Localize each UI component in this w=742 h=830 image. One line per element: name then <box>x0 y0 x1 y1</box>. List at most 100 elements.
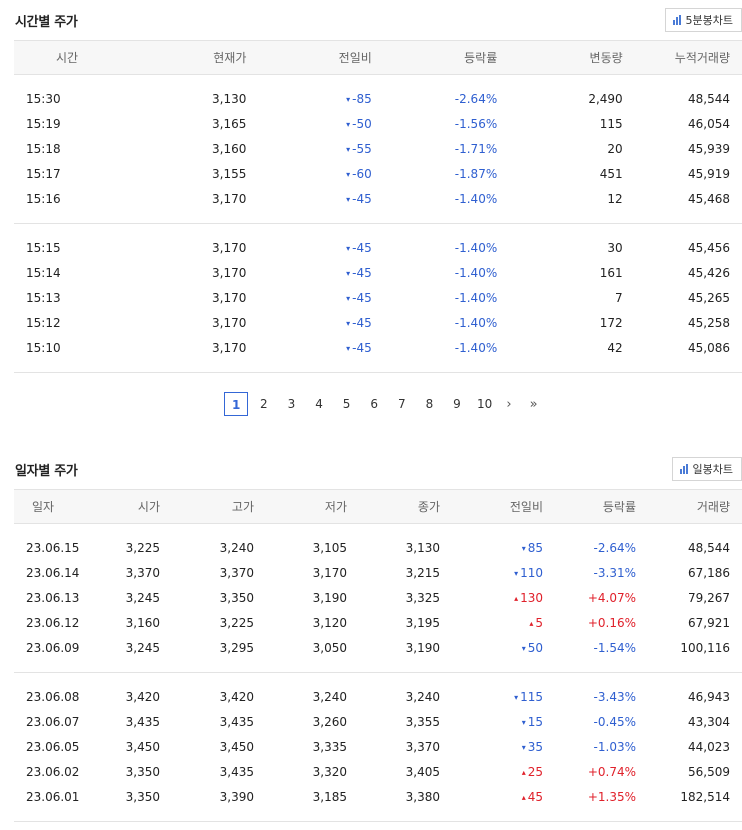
down-arrow-icon: ▾ <box>521 718 526 727</box>
date-cell: 23.06.12 <box>26 616 80 630</box>
time-cell: 15:13 <box>26 291 61 305</box>
volume-cell: 43,304 <box>688 715 730 729</box>
date-cell: 23.06.15 <box>26 541 80 556</box>
page-link-4[interactable]: 4 <box>307 392 331 416</box>
down-arrow-icon: ▾ <box>346 319 351 328</box>
change-value: 45 <box>356 316 372 330</box>
page-link-10[interactable]: 10 <box>473 392 497 416</box>
open-cell: 3,225 <box>125 541 160 556</box>
table-row: 15:16 3,170 ▾ -45 -1.40% 12 45,468 <box>14 187 742 224</box>
high-cell: 3,420 <box>219 690 254 705</box>
table-header-row: 일자 시가 고가 저가 종가 전일비 등락률 거래량 <box>14 489 742 524</box>
page-link-3[interactable]: 3 <box>279 392 303 416</box>
change-cell: ▾ 110 <box>440 561 543 586</box>
change-cell: ▾ -45 <box>246 261 372 286</box>
daily-row-group: 23.06.15 3,225 3,240 3,105 3,130 ▾ 85 -2.64% 48,… <box>14 524 742 673</box>
daily-price-section: 일자별 주가 일봉차트 일자 시가 고가 저가 종가 전일비 등락률 거래량 2… <box>14 449 742 822</box>
low-cell: 3,185 <box>312 789 347 804</box>
table-row: 23.06.09 3,245 3,295 3,050 3,190 ▾ 50 -1.54% 100… <box>14 636 742 673</box>
col-header-change: 전일비 <box>338 51 372 65</box>
change-value: 85 <box>356 92 372 107</box>
change-cell: ▾ -45 <box>246 311 372 336</box>
down-arrow-icon: ▾ <box>514 569 519 578</box>
cum-volume-cell: 45,426 <box>688 266 730 280</box>
high-cell: 3,450 <box>219 740 254 754</box>
daily-row-group: 23.06.08 3,420 3,420 3,240 3,240 ▾ 115 -3.43% 46… <box>14 673 742 822</box>
bar-chart-icon <box>679 464 688 474</box>
change-cell: ▴ 25 <box>440 760 543 785</box>
open-cell: 3,350 <box>125 789 160 804</box>
table-row: 23.06.15 3,225 3,240 3,105 3,130 ▾ 85 -2.64% 48,… <box>14 524 742 561</box>
high-cell: 3,240 <box>219 541 254 556</box>
col-header-price: 현재가 <box>213 51 247 65</box>
next-page-icon[interactable]: › <box>506 397 511 412</box>
table-header-row: 시간 현재가 전일비 등락률 변동량 누적거래량 <box>14 40 742 75</box>
daily-price-table: 일자 시가 고가 저가 종가 전일비 등락률 거래량 23.06.15 3,225… <box>14 489 742 822</box>
volume-change-cell: 115 <box>599 117 623 131</box>
daily-section-header: 일자별 주가 일봉차트 <box>14 449 742 489</box>
volume-cell: 182,514 <box>680 789 730 804</box>
time-cell: 15:16 <box>26 191 61 206</box>
five-minute-chart-button[interactable]: 5분봉차트 <box>664 8 742 32</box>
down-arrow-icon: ▾ <box>346 170 351 179</box>
col-header-volume-change: 변동량 <box>589 51 623 65</box>
change-cell: ▾ -50 <box>246 112 372 137</box>
low-cell: 3,335 <box>312 740 347 754</box>
rate-cell: -1.56% <box>454 117 498 131</box>
table-row: 23.06.05 3,450 3,450 3,335 3,370 ▾ 35 -1.03% 44,… <box>14 735 742 760</box>
time-row-group: 15:30 3,130 ▾ -85 -2.64% 2,490 48,544 15:19 3,16… <box>14 75 742 224</box>
price-cell: 3,170 <box>212 316 247 330</box>
open-cell: 3,450 <box>125 740 160 754</box>
col-header-low: 저가 <box>324 500 347 514</box>
high-cell: 3,225 <box>219 616 254 630</box>
daily-chart-label: 일봉차트 <box>692 463 733 476</box>
page-link-6[interactable]: 6 <box>362 392 386 416</box>
rate-cell: -0.45% <box>593 715 636 729</box>
date-cell: 23.06.08 <box>26 690 80 705</box>
time-row-group: 15:15 3,170 ▾ -45 -1.40% 30 45,456 15:14 3,170 ▾ -… <box>14 224 742 373</box>
down-arrow-icon: ▾ <box>521 643 526 653</box>
page-link-7[interactable]: 7 <box>390 392 414 416</box>
down-arrow-icon: ▾ <box>346 343 351 353</box>
cum-volume-cell: 45,939 <box>688 142 730 156</box>
rate-cell: +4.07% <box>587 591 636 605</box>
page-link-5[interactable]: 5 <box>335 392 359 416</box>
change-value: 60 <box>356 167 372 181</box>
low-cell: 3,240 <box>312 690 347 705</box>
rate-cell: -1.40% <box>454 191 498 206</box>
rate-cell: -1.54% <box>593 640 636 655</box>
down-arrow-icon: ▾ <box>346 244 351 254</box>
price-cell: 3,170 <box>212 340 247 355</box>
rate-cell: +0.74% <box>587 765 636 779</box>
change-value: 50 <box>527 640 543 655</box>
rate-cell: -3.31% <box>593 566 636 580</box>
down-arrow-icon: ▾ <box>521 544 526 554</box>
volume-cell: 79,267 <box>688 591 730 605</box>
last-page-icon[interactable]: » <box>530 397 538 412</box>
change-cell: ▴ 5 <box>440 611 543 636</box>
low-cell: 3,170 <box>312 566 347 580</box>
daily-chart-button[interactable]: 일봉차트 <box>671 457 742 481</box>
page-link-8[interactable]: 8 <box>417 392 441 416</box>
close-cell: 3,380 <box>405 789 440 804</box>
change-cell: ▾ 115 <box>440 673 543 710</box>
high-cell: 3,370 <box>219 566 254 580</box>
low-cell: 3,260 <box>312 715 347 729</box>
page-link-1[interactable]: 1 <box>224 392 249 416</box>
date-cell: 23.06.09 <box>26 640 80 655</box>
change-cell: ▾ -45 <box>246 187 372 224</box>
page-link-2[interactable]: 2 <box>252 392 276 416</box>
volume-change-cell: 30 <box>607 241 623 256</box>
volume-change-cell: 451 <box>599 167 623 181</box>
volume-change-cell: 20 <box>607 142 623 156</box>
price-cell: 3,130 <box>212 92 247 107</box>
time-cell: 15:14 <box>26 266 61 280</box>
change-cell: ▾ 50 <box>440 636 543 673</box>
page-link-9[interactable]: 9 <box>445 392 469 416</box>
bar-chart-icon <box>672 15 681 25</box>
rate-cell: -1.40% <box>454 291 498 305</box>
cum-volume-cell: 48,544 <box>688 92 730 107</box>
down-arrow-icon: ▾ <box>346 269 351 278</box>
volume-cell: 67,186 <box>688 566 730 580</box>
open-cell: 3,245 <box>125 640 160 655</box>
